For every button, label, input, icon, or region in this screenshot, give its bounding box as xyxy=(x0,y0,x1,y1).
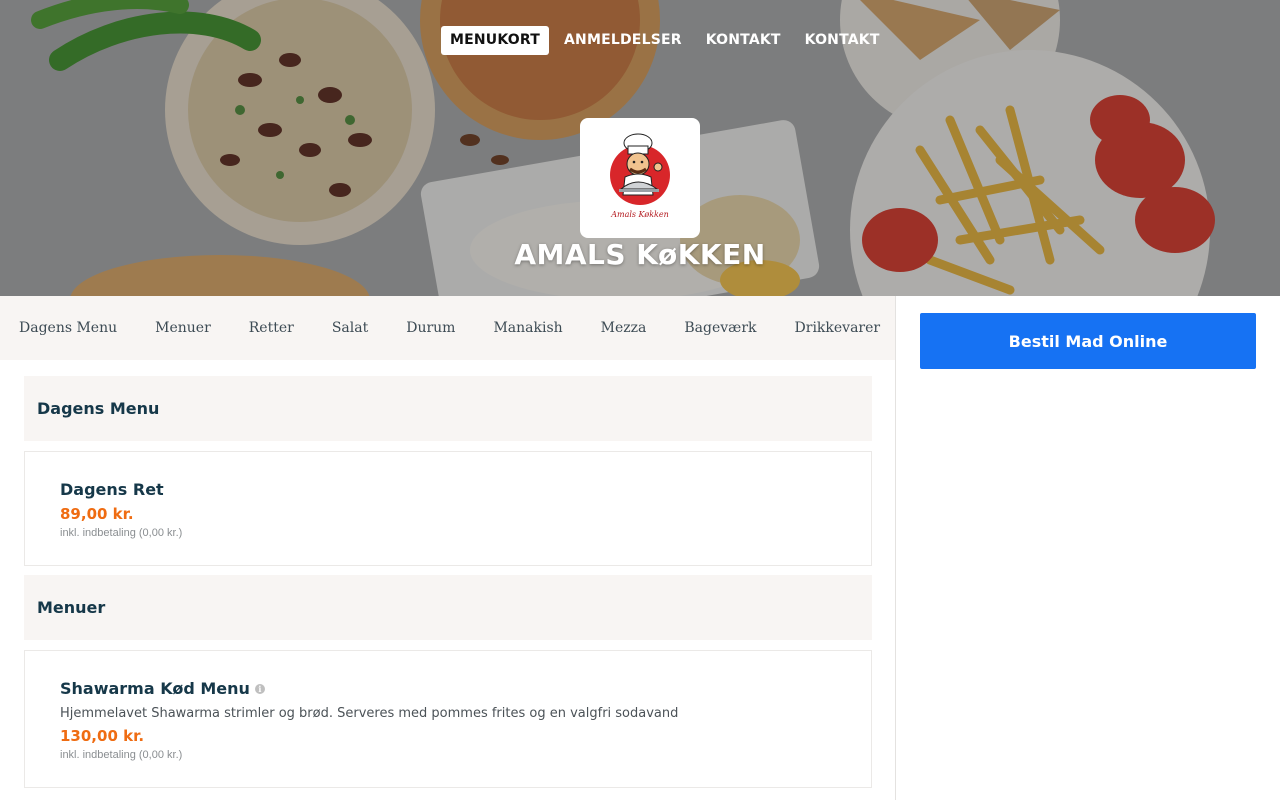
order-online-button[interactable]: Bestil Mad Online xyxy=(920,313,1256,369)
nav-link-kontakt[interactable]: KONTAKT xyxy=(697,26,790,55)
nav-link-anmeldelser[interactable]: ANMELDELSER xyxy=(555,26,691,55)
hero-banner: MENUKORT ANMELDELSER KONTAKT KONTAKT Ama… xyxy=(0,0,1280,296)
column-divider xyxy=(895,296,896,800)
category-drikkevarer[interactable]: Drikkevarer xyxy=(795,320,881,336)
logo-script-text: Amals Køkken xyxy=(610,210,669,219)
restaurant-name: AMALS KøKKEN xyxy=(514,238,766,271)
restaurant-logo: Amals Køkken xyxy=(580,118,700,238)
menu-item-deposit-note: inkl. indbetaling (0,00 kr.) xyxy=(60,527,183,539)
category-dagens-menu[interactable]: Dagens Menu xyxy=(19,320,117,336)
category-bagevaerk[interactable]: Bageværk xyxy=(684,320,756,336)
menu-item-card[interactable]: Shawarma Kød Menu i Hjemmelavet Shawarma… xyxy=(24,650,872,788)
category-menuer[interactable]: Menuer xyxy=(155,320,211,336)
menu-item-description: Hjemmelavet Shawarma strimler og brød. S… xyxy=(60,706,679,721)
category-salat[interactable]: Salat xyxy=(332,320,368,336)
menu-item-title: Shawarma Kød Menu i xyxy=(60,679,836,698)
menu-item-name: Shawarma Kød Menu xyxy=(60,679,250,698)
category-mezza[interactable]: Mezza xyxy=(601,320,647,336)
menu-item-deposit-note: inkl. indbetaling (0,00 kr.) xyxy=(60,749,183,761)
menu-list: Dagens Menu Dagens Ret 89,00 kr. inkl. i… xyxy=(24,376,872,788)
nav-link-menukort[interactable]: MENUKORT xyxy=(441,26,550,55)
chef-logo-icon: Amals Køkken xyxy=(610,133,670,219)
menu-item-card[interactable]: Dagens Ret 89,00 kr. inkl. indbetaling (… xyxy=(24,451,872,566)
top-navigation: MENUKORT ANMELDELSER KONTAKT KONTAKT xyxy=(441,26,895,55)
menu-item-price: 130,00 kr. xyxy=(60,727,145,745)
menu-item-price: 89,00 kr. xyxy=(60,505,134,523)
category-manakish[interactable]: Manakish xyxy=(493,320,562,336)
nav-link-kontakt-2[interactable]: KONTAKT xyxy=(796,26,889,55)
menu-item-name: Dagens Ret xyxy=(60,480,164,499)
menu-item-title: Dagens Ret xyxy=(60,480,836,499)
section-header-menuer: Menuer xyxy=(24,575,872,640)
category-durum[interactable]: Durum xyxy=(406,320,455,336)
category-navigation: Dagens Menu Menuer Retter Salat Durum Ma… xyxy=(0,296,895,360)
info-icon[interactable]: i xyxy=(254,683,265,694)
section-header-dagens-menu: Dagens Menu xyxy=(24,376,872,441)
category-retter[interactable]: Retter xyxy=(249,320,294,336)
